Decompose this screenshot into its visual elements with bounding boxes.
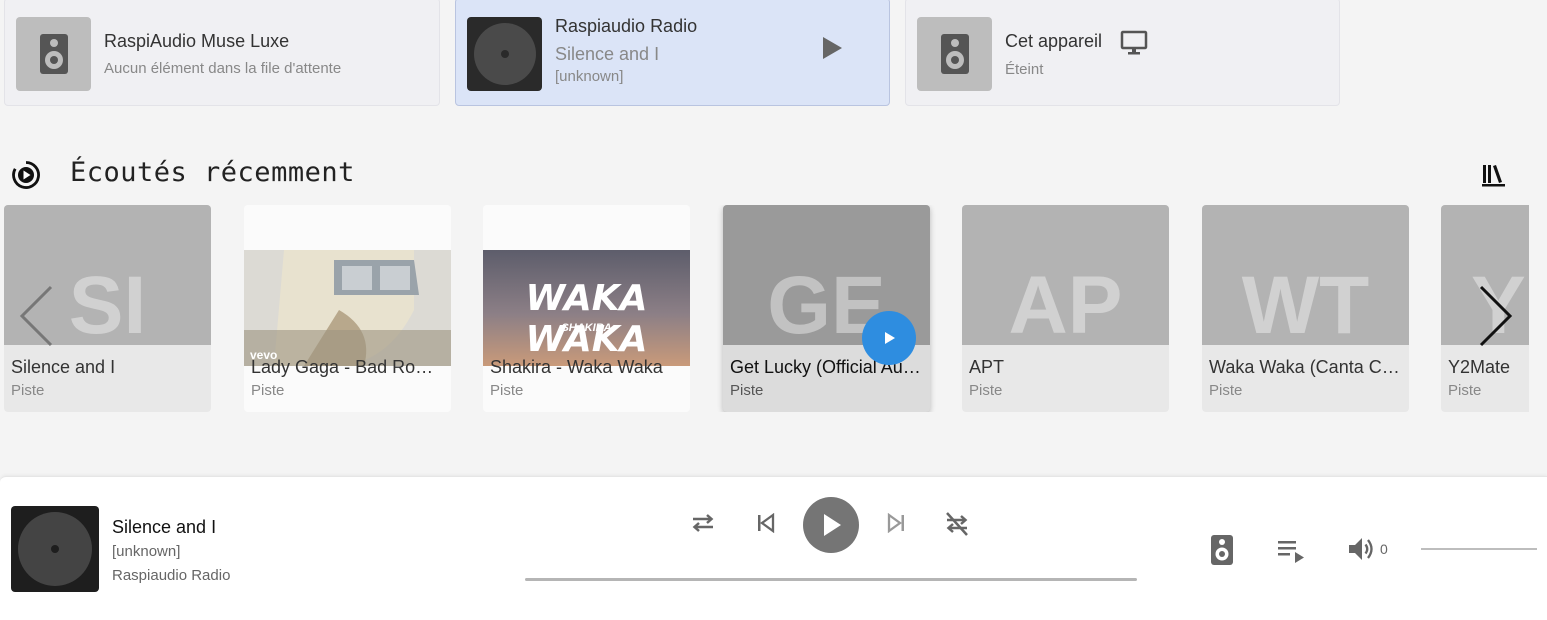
- recent-item[interactable]: GE Get Lucky (Official Audio) Piste: [723, 205, 930, 412]
- item-type: Piste: [1448, 382, 1482, 399]
- item-name: Silence and I: [11, 357, 116, 377]
- item-art-subtext: SHAKIRA: [561, 322, 612, 334]
- player-name: RaspiAudio Muse Luxe: [104, 31, 290, 51]
- item-initials: SI: [68, 260, 147, 346]
- recent-item[interactable]: AP APT Piste: [962, 205, 1169, 412]
- shuffle-off-icon[interactable]: [943, 510, 971, 538]
- library-icon[interactable]: [1481, 162, 1507, 188]
- queue-icon[interactable]: [1278, 539, 1306, 563]
- player-track: Silence and I: [555, 44, 660, 64]
- recent-item[interactable]: WT Waka Waka (Canta Conmigo) Piste: [1202, 205, 1409, 412]
- volume-icon[interactable]: [1347, 536, 1375, 562]
- recent-section-header: Écoutés récemment: [0, 150, 1547, 200]
- player-card-raspiaudio-radio[interactable]: Raspiaudio Radio Silence and I [unknown]: [455, 0, 890, 106]
- play-icon[interactable]: [821, 36, 843, 60]
- play-button[interactable]: [862, 311, 916, 365]
- recent-item[interactable]: vevo Lady Gaga - Bad Romance Piste: [244, 205, 451, 412]
- player-artist: [unknown]: [555, 68, 624, 85]
- item-type: Piste: [730, 382, 764, 399]
- item-art: WT: [1202, 205, 1409, 345]
- player-name: Raspiaudio Radio: [555, 16, 698, 36]
- now-playing-artist[interactable]: [unknown]: [112, 543, 180, 560]
- item-type: Piste: [11, 382, 45, 399]
- item-name: Lady Gaga - Bad Romance: [251, 357, 444, 377]
- now-playing-title[interactable]: Silence and I: [112, 517, 216, 538]
- item-type: Piste: [490, 382, 524, 399]
- item-type: Piste: [1209, 382, 1243, 399]
- item-type: Piste: [969, 382, 1003, 399]
- repeat-icon[interactable]: [690, 511, 716, 535]
- player-bar: Silence and I [unknown] Raspiaudio Radio…: [0, 476, 1547, 620]
- recent-play-icon: [11, 160, 41, 190]
- item-art-text: WAKA WAKA: [525, 278, 648, 360]
- item-name: Waka Waka (Canta Conmigo): [1209, 357, 1402, 377]
- volume-level: 0: [1380, 541, 1388, 557]
- recent-carousel: SI Silence and I Piste vevo Lady Gaga - …: [0, 205, 1529, 412]
- disc-icon: [467, 17, 542, 91]
- speaker-icon: [16, 17, 91, 91]
- now-playing-art: [11, 506, 99, 592]
- monitor-icon: [1120, 30, 1148, 56]
- progress-bar[interactable]: [525, 578, 1137, 581]
- now-playing-source[interactable]: Raspiaudio Radio: [112, 567, 230, 584]
- recent-item[interactable]: WAKA WAKA SHAKIRA Shakira - Waka Waka Pi…: [483, 205, 690, 412]
- section-title: Écoutés récemment: [70, 157, 355, 188]
- carousel-next-arrow[interactable]: [1478, 285, 1514, 347]
- item-name: APT: [969, 357, 1005, 377]
- next-icon[interactable]: [885, 513, 907, 533]
- carousel-prev-arrow[interactable]: [18, 285, 54, 347]
- player-name: Cet appareil: [1005, 31, 1103, 51]
- item-name: Shakira - Waka Waka: [490, 357, 663, 377]
- player-status: Éteint: [1005, 61, 1044, 78]
- player-card-this-device[interactable]: Cet appareil Éteint: [905, 0, 1340, 106]
- item-art: AP: [962, 205, 1169, 345]
- item-initials: AP: [1008, 260, 1123, 346]
- item-art: WAKA WAKA SHAKIRA: [483, 250, 690, 366]
- volume-slider[interactable]: [1421, 548, 1537, 550]
- previous-icon[interactable]: [755, 513, 777, 533]
- item-type: Piste: [251, 382, 285, 399]
- item-initials: WT: [1241, 260, 1370, 346]
- item-art: vevo: [244, 250, 451, 366]
- play-button[interactable]: [803, 497, 859, 553]
- speaker-icon[interactable]: [1211, 535, 1233, 565]
- speaker-icon: [917, 17, 992, 91]
- item-name: Y2Mate: [1448, 357, 1511, 377]
- player-status: Aucun élément dans la file d'attente: [104, 60, 342, 77]
- player-card-muse-luxe[interactable]: RaspiAudio Muse Luxe Aucun élément dans …: [4, 0, 440, 106]
